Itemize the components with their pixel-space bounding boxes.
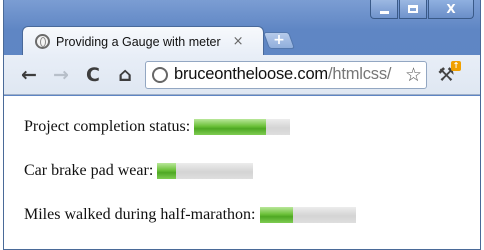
meter-row: Miles walked during half-marathon: <box>24 206 356 224</box>
meter-fill <box>157 163 177 179</box>
meter-fill <box>259 207 294 223</box>
gauge-meter <box>194 119 291 135</box>
wrench-menu-button[interactable]: ⚒ ↑ <box>434 60 461 87</box>
reload-button[interactable]: C <box>82 64 104 86</box>
globe-icon <box>35 34 50 49</box>
minimize-button[interactable] <box>370 0 398 19</box>
browser-window: X Providing a Gauge with meter × + ← → C… <box>3 0 481 250</box>
back-button[interactable]: ← <box>18 64 40 86</box>
maximize-button[interactable] <box>399 0 427 19</box>
url-host: bruceontheloose.com <box>174 65 328 83</box>
close-window-button[interactable]: X <box>428 0 474 19</box>
meter-row: Project completion status: <box>24 118 291 136</box>
meter-label: Project completion status: <box>24 118 191 135</box>
forward-button[interactable]: → <box>50 64 72 86</box>
gauge-meter <box>157 163 254 179</box>
browser-toolbar: ← → C ⌂ bruceontheloose.com/htmlcss/ ☆ ⚒… <box>4 55 480 95</box>
home-button[interactable]: ⌂ <box>114 64 136 86</box>
meter-fill <box>194 119 267 135</box>
minimize-icon <box>379 10 389 14</box>
bookmark-star-icon[interactable]: ☆ <box>405 64 422 86</box>
new-tab-button[interactable]: + <box>262 32 296 49</box>
site-info-icon[interactable] <box>152 66 168 83</box>
plus-icon: + <box>273 32 285 48</box>
tab-close-icon[interactable]: × <box>233 34 244 49</box>
window-caption-buttons: X <box>369 0 474 22</box>
url-text: bruceontheloose.com/htmlcss/ <box>174 65 391 84</box>
gauge-meter <box>259 207 356 223</box>
address-bar[interactable]: bruceontheloose.com/htmlcss/ ☆ <box>145 60 427 89</box>
meter-row: Car brake pad wear: <box>24 162 254 180</box>
maximize-icon <box>408 5 418 13</box>
meter-label: Miles walked during half-marathon: <box>24 206 256 223</box>
url-path: /htmlcss/ <box>327 65 392 83</box>
close-icon: X <box>446 2 456 16</box>
meter-label: Car brake pad wear: <box>24 162 154 179</box>
browser-tab[interactable]: Providing a Gauge with meter × <box>22 26 264 56</box>
page-content: Project completion status: Car brake pad… <box>4 96 480 249</box>
update-badge-icon: ↑ <box>451 60 461 71</box>
tab-title: Providing a Gauge with meter <box>56 34 221 49</box>
